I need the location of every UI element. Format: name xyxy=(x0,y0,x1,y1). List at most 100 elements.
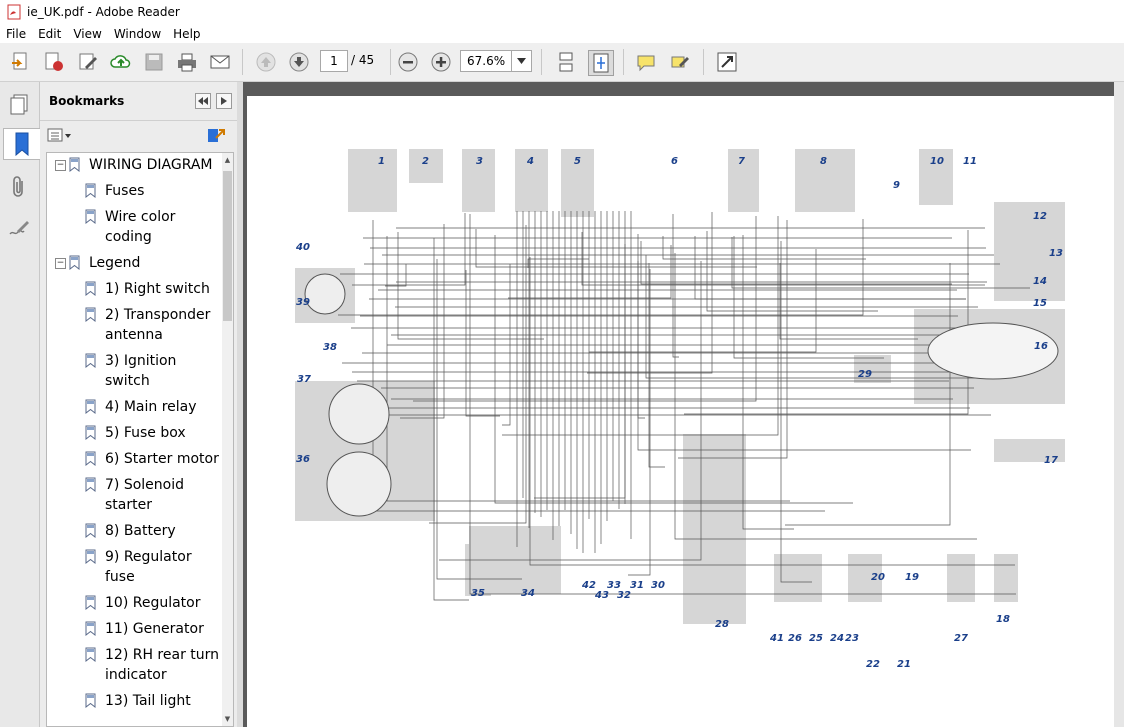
bookmark-icon xyxy=(85,399,96,414)
navigation-pane-rail xyxy=(0,82,40,727)
menu-view[interactable]: View xyxy=(67,27,107,41)
bookmark-item[interactable]: 1) Right switch xyxy=(105,279,210,299)
wire xyxy=(494,235,853,504)
bookmark-icon xyxy=(85,209,96,224)
bookmark-options-button[interactable] xyxy=(47,127,73,145)
edit-pdf-icon xyxy=(79,53,97,70)
diagram-label-43: 43 xyxy=(595,590,609,601)
bookmark-item[interactable]: 13) Tail light xyxy=(105,691,191,711)
print-button[interactable] xyxy=(175,50,199,74)
wire xyxy=(780,241,812,583)
bookmark-item[interactable]: WIRING DIAGRAM xyxy=(89,155,213,175)
menu-help[interactable]: Help xyxy=(167,27,206,41)
arrow-up-icon xyxy=(256,52,276,72)
diagram-label-12: 12 xyxy=(1033,211,1047,222)
bookmarks-tree: ▲ ▼ − WIRING DIAGRAM Fuses Wire color codin… xyxy=(46,152,234,727)
next-page-button[interactable] xyxy=(287,50,311,74)
component-box xyxy=(994,554,1018,602)
bookmarks-scrollbar[interactable]: ▲ ▼ xyxy=(222,153,233,726)
zoom-level-input[interactable]: 67.6% xyxy=(460,50,518,72)
edit-pdf-button[interactable] xyxy=(76,50,100,74)
diagram-label-22: 22 xyxy=(866,659,880,670)
create-pdf-button[interactable] xyxy=(9,50,33,74)
diagram-label-30: 30 xyxy=(651,580,665,591)
menu-edit[interactable]: Edit xyxy=(32,27,67,41)
bookmark-item[interactable]: 8) Battery xyxy=(105,521,176,541)
diagram-label-10: 10 xyxy=(930,156,944,167)
wire xyxy=(662,236,866,260)
diagram-label-17: 17 xyxy=(1044,455,1058,466)
bookmark-icon xyxy=(85,425,96,440)
pdf-page[interactable]: 1 2 3 4 5 6 7 8 9 10 11 12 13 14 15 16 17 18 19 20 21 22 23 24 2… xyxy=(247,96,1114,727)
chevron-right-icon xyxy=(221,97,227,105)
chevron-down-icon xyxy=(517,58,526,64)
plus-circle-icon xyxy=(431,52,451,72)
diagram-label-29: 29 xyxy=(858,369,872,380)
page-number-input[interactable]: 1 xyxy=(320,50,348,72)
bookmark-item[interactable]: Legend xyxy=(89,253,140,273)
minus-circle-icon xyxy=(398,52,418,72)
collapse-panel-button[interactable] xyxy=(195,93,211,109)
diagram-label-8: 8 xyxy=(820,156,827,167)
bookmark-item[interactable]: 6) Starter motor xyxy=(105,449,219,469)
bookmark-icon xyxy=(69,157,80,172)
attachments-button[interactable] xyxy=(6,172,32,202)
zoom-dropdown-button[interactable] xyxy=(511,50,532,72)
bookmarks-toolbar xyxy=(40,121,237,151)
bookmark-item[interactable]: 11) Generator xyxy=(105,619,204,639)
bookmark-item[interactable]: 9) Regulator fuse xyxy=(105,547,215,587)
signatures-button[interactable] xyxy=(6,214,32,244)
bookmark-item[interactable]: 4) Main relay xyxy=(105,397,197,417)
sticky-note-button[interactable] xyxy=(634,50,658,74)
scrolling-mode-button[interactable] xyxy=(554,50,578,74)
bookmark-item[interactable]: Wire color coding xyxy=(105,207,195,247)
diagram-label-35: 35 xyxy=(471,588,485,599)
bookmarks-panel-button[interactable] xyxy=(3,128,40,160)
scroll-thumb[interactable] xyxy=(223,171,232,321)
diagram-label-7: 7 xyxy=(738,156,745,167)
highlighter-icon xyxy=(671,56,689,68)
highlight-text-button[interactable] xyxy=(668,50,692,74)
upload-cloud-button[interactable] xyxy=(109,50,133,74)
diagram-label-1: 1 xyxy=(378,156,385,167)
bookmark-icon xyxy=(85,647,96,662)
component-box xyxy=(348,149,397,212)
diagram-label-39: 39 xyxy=(296,297,310,308)
title-bar: ie_UK.pdf - Adobe Reader xyxy=(0,0,1124,24)
diagram-label-28: 28 xyxy=(715,619,729,630)
paperclip-icon xyxy=(13,176,23,197)
bookmark-item[interactable]: 7) Solenoid starter xyxy=(105,475,215,515)
bookmark-icon xyxy=(85,307,96,322)
menu-file[interactable]: File xyxy=(0,27,32,41)
export-pdf-button[interactable] xyxy=(42,50,66,74)
page-thumbnails-button[interactable] xyxy=(6,90,32,120)
bookmark-item[interactable]: 5) Fuse box xyxy=(105,423,186,443)
wire xyxy=(731,237,1030,289)
save-button[interactable] xyxy=(142,50,166,74)
zoom-out-button[interactable] xyxy=(396,50,420,74)
collapse-toggle[interactable]: − xyxy=(55,160,66,171)
bookmark-icon xyxy=(85,549,96,564)
bookmark-item[interactable]: Fuses xyxy=(105,181,144,201)
expand-panel-button[interactable] xyxy=(216,93,232,109)
fit-page-icon xyxy=(593,53,609,73)
previous-page-button[interactable] xyxy=(254,50,278,74)
menu-window[interactable]: Window xyxy=(108,27,167,41)
expand-bookmark-button[interactable] xyxy=(206,126,226,146)
gauge-dial xyxy=(328,383,390,445)
fit-page-button[interactable] xyxy=(588,50,614,76)
bookmark-item[interactable]: 12) RH rear turn indicator xyxy=(105,645,225,685)
diagram-label-36: 36 xyxy=(296,454,310,465)
zoom-in-button[interactable] xyxy=(429,50,453,74)
email-button[interactable] xyxy=(208,50,232,74)
bookmark-item[interactable]: 10) Regulator xyxy=(105,593,200,613)
toolbar xyxy=(0,43,1124,82)
scroll-up-arrow[interactable]: ▲ xyxy=(222,153,233,167)
collapse-toggle[interactable]: − xyxy=(55,258,66,269)
bookmark-item[interactable]: 2) Transponder antenna xyxy=(105,305,215,345)
scroll-down-arrow[interactable]: ▼ xyxy=(222,712,233,726)
fullscreen-button[interactable] xyxy=(715,50,739,74)
wire xyxy=(581,232,985,286)
bookmark-item[interactable]: 3) Ignition switch xyxy=(105,351,215,391)
document-scrollbar[interactable] xyxy=(1114,82,1124,727)
